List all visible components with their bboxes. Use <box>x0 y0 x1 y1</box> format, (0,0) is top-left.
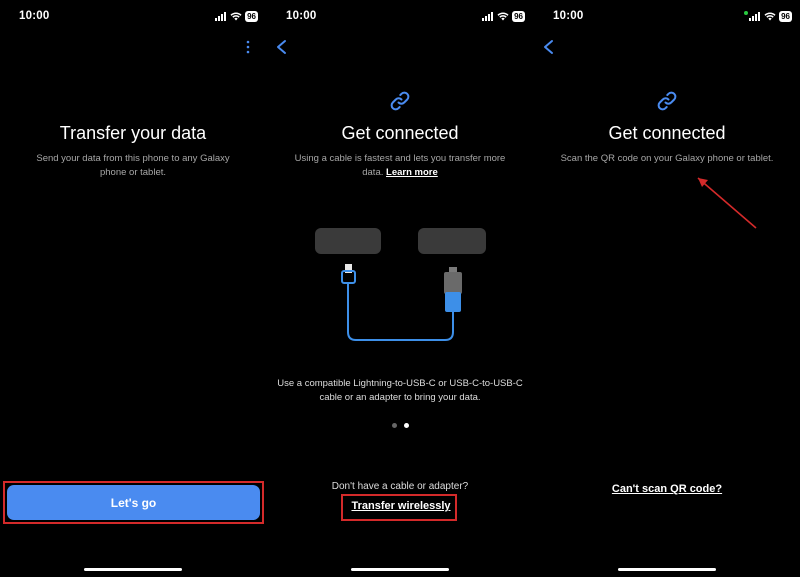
cable-caption: Use a compatible Lightning-to-USB-C or U… <box>277 378 523 403</box>
page-indicator <box>267 423 533 428</box>
page-subtitle: Using a cable is fastest and lets you tr… <box>283 152 517 179</box>
pager-dot <box>391 423 397 428</box>
screen-get-connected-cable: 10:00 96 Get connected Using a cable is … <box>267 0 533 577</box>
learn-more-link[interactable]: Learn more <box>386 167 438 178</box>
camera-in-use-dot <box>744 11 748 15</box>
usbc-housing <box>444 272 462 294</box>
page-title: Transfer your data <box>59 123 207 143</box>
home-indicator[interactable] <box>618 568 716 571</box>
transfer-wirelessly-link[interactable]: Transfer wirelessly <box>349 500 453 512</box>
signal-icon <box>215 12 227 21</box>
page-title: Get connected <box>608 123 726 143</box>
left-phone-bottom <box>315 228 381 254</box>
signal-icon <box>749 12 761 21</box>
screen-transfer-your-data: 10:00 96 Transfer your data Send your da… <box>0 0 266 577</box>
cant-scan-qr-link[interactable]: Can't scan QR code? <box>534 483 800 495</box>
status-bar: 10:00 96 <box>267 8 533 24</box>
page-title: Get connected <box>341 123 459 143</box>
right-phone-bottom <box>418 228 486 254</box>
battery-indicator: 96 <box>245 11 258 22</box>
wifi-icon <box>764 12 776 21</box>
home-indicator[interactable] <box>84 568 182 571</box>
usbc-connector <box>445 292 461 312</box>
more-options-icon[interactable] <box>246 40 250 59</box>
signal-icon <box>482 12 494 21</box>
status-bar: 10:00 96 <box>534 8 800 24</box>
page-subtitle: Scan the QR code on your Galaxy phone or… <box>560 153 774 164</box>
back-icon[interactable] <box>273 38 291 56</box>
link-icon <box>390 91 410 111</box>
pager-dot-active <box>403 423 409 428</box>
battery-indicator: 96 <box>512 11 525 22</box>
status-time: 10:00 <box>553 10 584 22</box>
link-icon <box>657 91 677 111</box>
lets-go-button[interactable]: Let's go <box>7 485 260 520</box>
home-indicator[interactable] <box>351 568 449 571</box>
no-cable-text: Don't have a cable or adapter? <box>331 481 469 492</box>
back-icon[interactable] <box>540 38 558 56</box>
wifi-icon <box>497 12 509 21</box>
cable-line <box>347 283 454 341</box>
status-time: 10:00 <box>286 10 317 22</box>
cable-illustration <box>315 228 486 341</box>
status-time: 10:00 <box>19 10 50 22</box>
battery-indicator: 96 <box>779 11 792 22</box>
screen-get-connected-qr: 10:00 96 Get connected Scan the QR code … <box>534 0 800 577</box>
page-subtitle: Send your data from this phone to any Ga… <box>36 153 230 178</box>
annotation-arrow-icon <box>697 177 757 229</box>
wifi-icon <box>230 12 242 21</box>
status-bar: 10:00 96 <box>0 8 266 24</box>
